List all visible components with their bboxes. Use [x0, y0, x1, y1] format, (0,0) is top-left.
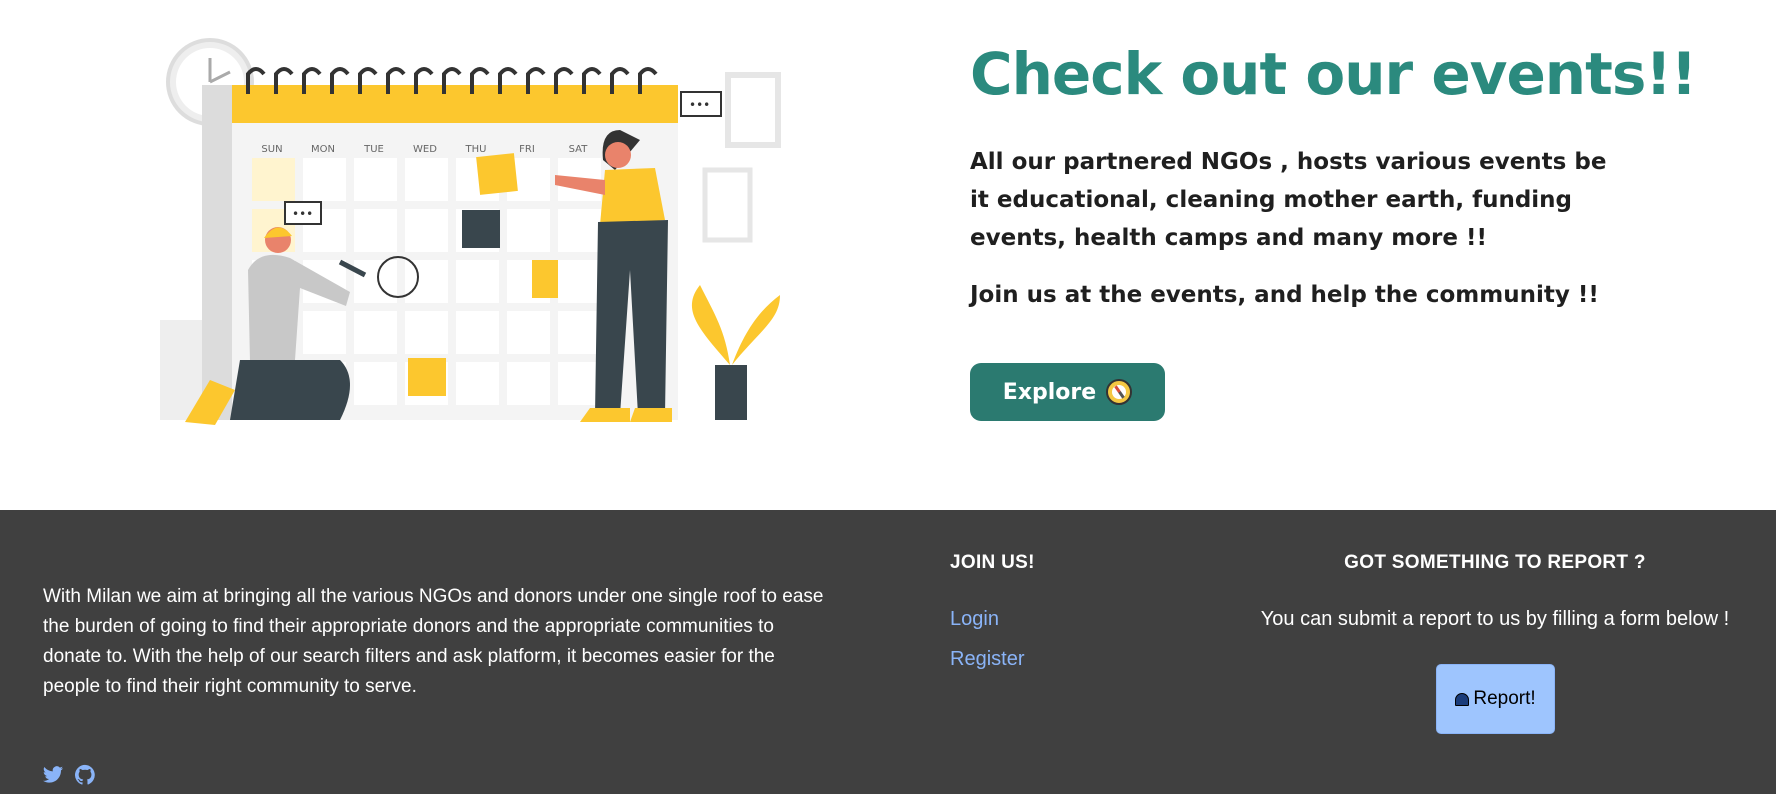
page-title: Check out our events!!: [970, 40, 1697, 108]
calendar-day-label: SAT: [569, 144, 589, 155]
calendar-cell: [303, 158, 346, 201]
calendar-illustration: SUN MON TUE WED THU FRI SAT ••• •••: [160, 38, 781, 425]
calendar-cell: [558, 362, 601, 405]
explore-button[interactable]: Explore: [970, 363, 1165, 421]
social-links: [42, 764, 96, 786]
calendar-cell: [507, 311, 550, 354]
join-message: Join us at the events, and help the comm…: [970, 282, 1599, 308]
site-footer: With Milan we aim at bringing all the va…: [0, 510, 1776, 794]
events-hero: SUN MON TUE WED THU FRI SAT ••• ••• Chec…: [0, 0, 1776, 510]
register-link[interactable]: Register: [950, 648, 1024, 671]
calendar-cell: [354, 158, 397, 201]
calendar-cell: [558, 209, 601, 252]
events-description: All our partnered NGOs , hosts various e…: [970, 149, 1607, 251]
calendar-day-label: TUE: [363, 144, 384, 155]
svg-text:•••: •••: [689, 98, 710, 112]
calendar-cell: [558, 260, 601, 303]
calendar-cell: [507, 362, 550, 405]
calendar-cell: [456, 260, 499, 303]
calendar-cell: [354, 311, 397, 354]
twitter-icon[interactable]: [42, 764, 64, 786]
calendar-cell: [303, 311, 346, 354]
join-heading: JOIN US!: [950, 552, 1035, 573]
svg-text:•••: •••: [292, 207, 313, 221]
report-text: You can submit a report to us by filling…: [1260, 608, 1730, 630]
explore-label: Explore: [1002, 379, 1097, 405]
calendar-cell: [252, 158, 295, 201]
calendar-cell: [405, 311, 448, 354]
calendar-cell: [405, 209, 448, 252]
about-text: With Milan we aim at bringing all the va…: [43, 586, 824, 697]
github-icon[interactable]: [74, 764, 96, 786]
calendar-cell: [558, 311, 601, 354]
report-label: Report!: [1473, 688, 1536, 709]
calendar-cell: [354, 362, 397, 405]
login-link[interactable]: Login: [950, 608, 999, 631]
calendar-day-label: THU: [465, 144, 487, 155]
calendar-cell: [456, 311, 499, 354]
calendar-cell: [354, 209, 397, 252]
report-button[interactable]: Report!: [1436, 664, 1555, 734]
calendar-day-label: SUN: [261, 144, 282, 155]
report-heading: GOT SOMETHING TO REPORT ?: [1344, 552, 1646, 573]
calendar-day-label: WED: [413, 144, 437, 155]
calendar-cell: [405, 260, 448, 303]
calendar-cell: [405, 158, 448, 201]
calendar-day-label: MON: [311, 144, 335, 155]
calendar-cell: [456, 362, 499, 405]
compass-icon: [1106, 379, 1133, 405]
calendar-cell: [507, 209, 550, 252]
calendar-day-label: FRI: [519, 144, 535, 155]
siren-icon: [1455, 692, 1470, 706]
